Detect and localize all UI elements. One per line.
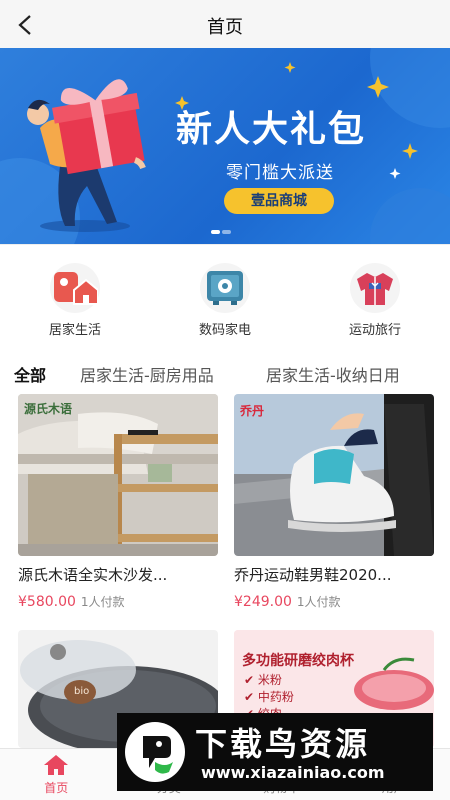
category-tabs: 全部 居家生活-厨房用品 居家生活-收纳日用 [0, 356, 450, 392]
tab-all[interactable]: 全部 [14, 362, 46, 386]
category-label: 运动旅行 [348, 323, 401, 338]
product-meta: ¥249.00 1人付款 [234, 593, 434, 610]
brand-logo: 乔丹 [240, 404, 265, 418]
bird-logo-icon [125, 722, 185, 782]
category-row: 居家生活 数码家电 运动旅行 [0, 244, 450, 344]
product-title: 乔丹运动鞋男鞋2020... [234, 566, 392, 584]
product-meta: ¥580.00 1人付款 [18, 593, 218, 610]
watermark-url: www.xiazainiao.com [201, 763, 385, 782]
brand-tag: bio [74, 686, 90, 697]
category-sports-travel[interactable]: 运动旅行 [300, 245, 450, 344]
product-price: ¥249.00 [234, 594, 292, 610]
carousel-dot [222, 230, 231, 234]
brand-logo: 源氏木语 [24, 402, 73, 416]
category-home-living[interactable]: 居家生活 [0, 245, 150, 344]
tab-storage[interactable]: 居家生活-收纳日用 [266, 362, 400, 386]
jacket-icon [350, 263, 400, 313]
category-digital-appliances[interactable]: 数码家电 [150, 245, 300, 344]
watermark-text: 下载鸟资源 [195, 725, 371, 763]
product-buyers: 1人付款 [296, 595, 341, 609]
product-title: 源氏木语全实木沙发... [18, 566, 168, 584]
home-icon [43, 753, 69, 777]
watermark: 下载鸟资源 www.xiazainiao.com [117, 713, 433, 791]
banner-title: 新人大礼包 [176, 109, 367, 150]
ad-list-item: ✔ 中药粉 [244, 690, 294, 704]
check-icon: ✔ [244, 673, 258, 687]
carousel-dot-active [211, 230, 220, 234]
product-card[interactable]: 乔丹 乔丹运动鞋男鞋2020... ¥249.00 1人付款 [234, 394, 434, 610]
product-buyers: 1人付款 [80, 595, 125, 609]
category-label: 数码家电 [198, 323, 251, 338]
banner-shop-button[interactable]: 壹品商城 [224, 188, 334, 214]
ad-list-item: ✔ 米粉 [244, 673, 282, 687]
category-label: 居家生活 [48, 323, 101, 338]
check-icon: ✔ [244, 690, 258, 704]
nav-home[interactable]: 首页 [0, 749, 113, 800]
top-bar: 首页 [0, 0, 450, 48]
product-price: ¥580.00 [18, 594, 76, 610]
carousel-indicator [211, 230, 231, 234]
ad-title: 多功能研磨绞肉杯 [242, 653, 354, 669]
product-image [18, 394, 218, 556]
house-icon [50, 263, 100, 313]
page-title: 首页 [207, 17, 243, 38]
nav-label: 首页 [44, 781, 69, 795]
tab-kitchen[interactable]: 居家生活-厨房用品 [80, 362, 214, 386]
safe-icon [200, 263, 250, 313]
product-card[interactable]: 源氏木语 源氏木语全实木沙发... ¥580.00 1人付款 [18, 394, 218, 610]
promo-banner[interactable]: 新人大礼包 零门槛大派送 壹品商城 [0, 48, 450, 244]
banner-subtitle: 零门槛大派送 [226, 163, 334, 183]
